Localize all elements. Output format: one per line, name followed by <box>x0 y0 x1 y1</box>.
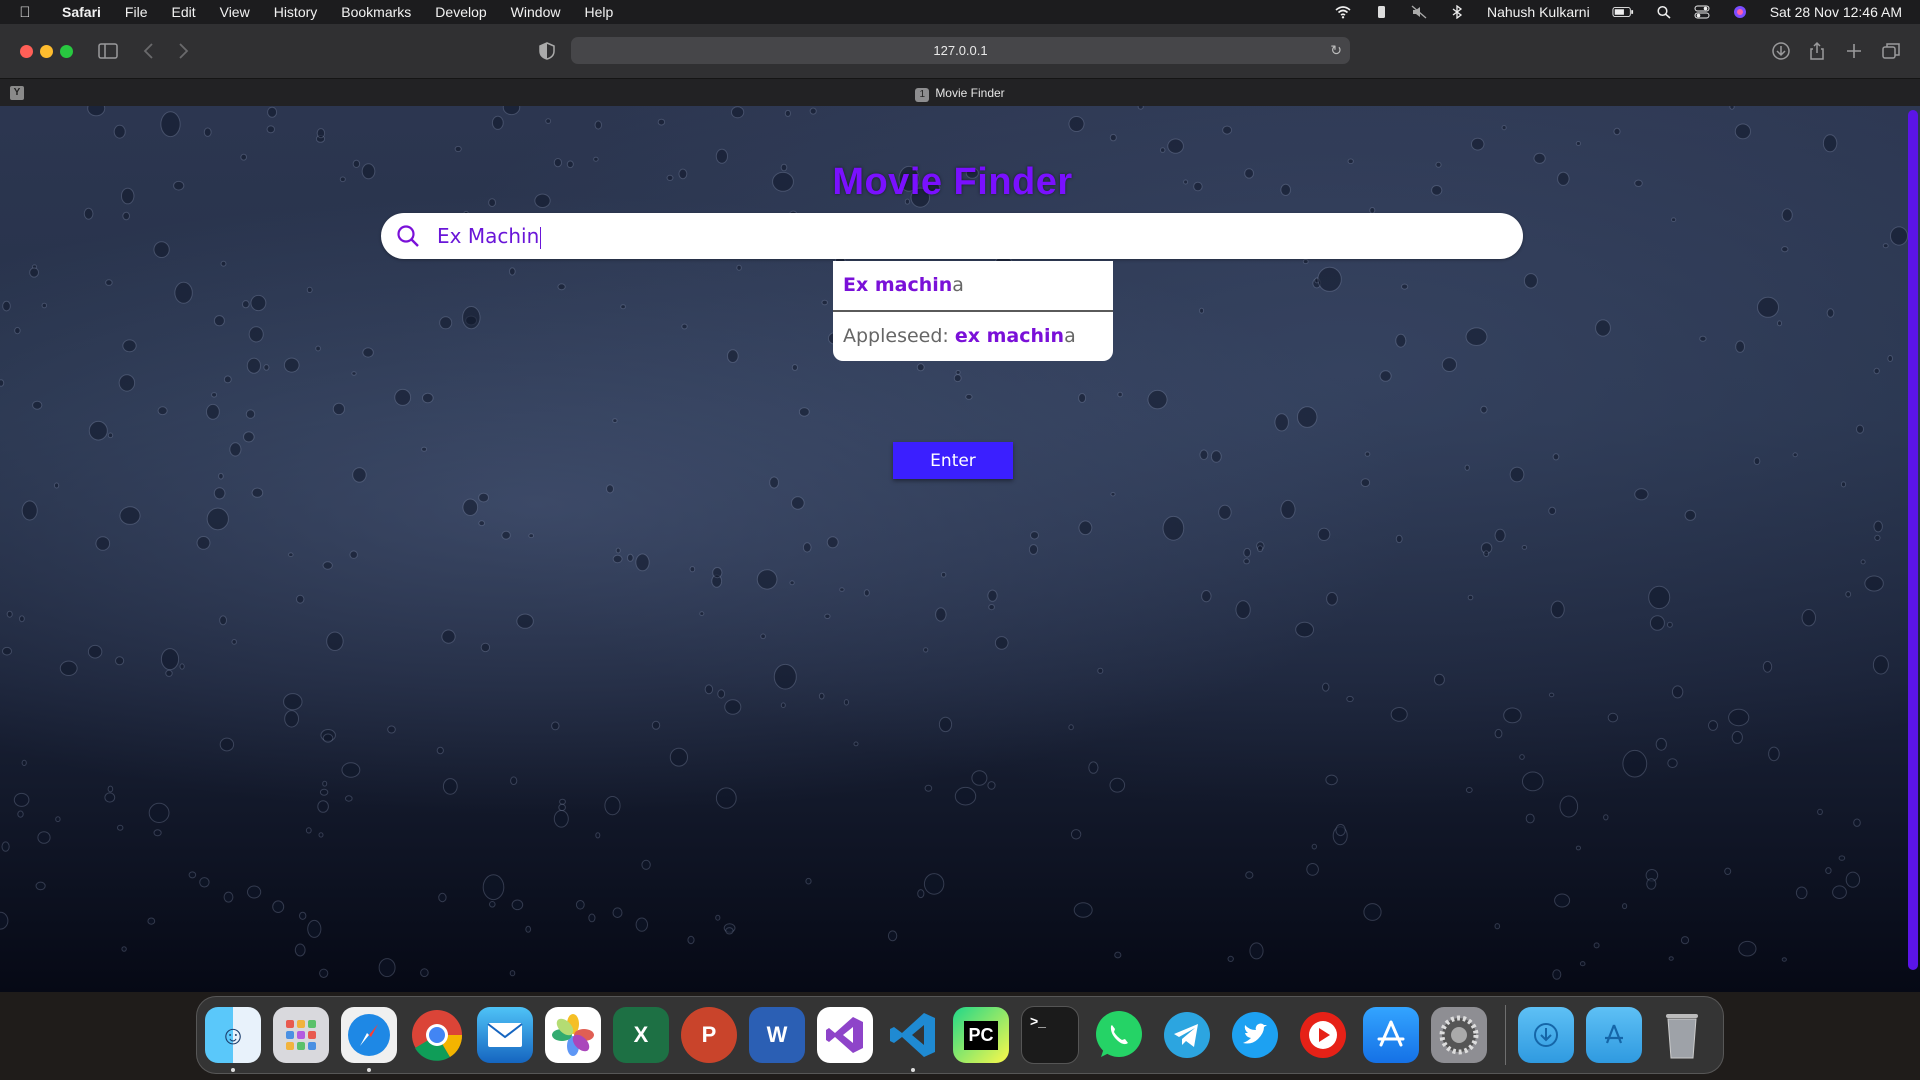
tab-title-text: Movie Finder <box>935 86 1005 100</box>
menu-window[interactable]: Window <box>499 4 573 20</box>
search-input[interactable]: Ex Machin <box>437 213 542 259</box>
finder-icon[interactable]: ☺ <box>205 1007 261 1072</box>
browser-toolbar: 127.0.0.1 ↻ <box>0 24 1920 78</box>
system-preferences-icon[interactable] <box>1431 1007 1487 1063</box>
word-icon[interactable]: W <box>749 1007 805 1063</box>
suggestion-rest: a <box>1064 325 1076 347</box>
close-window-button[interactable] <box>20 45 33 58</box>
photos-icon[interactable] <box>545 1007 601 1063</box>
search-icon <box>397 225 419 247</box>
pycharm-icon[interactable]: PC <box>953 1007 1009 1063</box>
url-text[interactable]: 127.0.0.1 <box>933 43 987 58</box>
menu-bar:  Safari File Edit View History Bookmark… <box>0 0 1920 24</box>
page-title: Movie Finder <box>832 161 1073 203</box>
chrome-icon[interactable] <box>409 1007 465 1063</box>
fullscreen-window-button[interactable] <box>60 45 73 58</box>
safari-window: 127.0.0.1 ↻ Y 1 Movie Finder Movie Finder… <box>0 24 1920 992</box>
share-icon[interactable] <box>1806 40 1828 62</box>
siri-icon[interactable] <box>1732 5 1748 19</box>
suggestion-prefix: Appleseed: <box>843 325 955 347</box>
safari-icon[interactable] <box>341 1007 397 1072</box>
youtube-icon[interactable] <box>1295 1007 1351 1063</box>
reload-icon[interactable]: ↻ <box>1330 37 1342 64</box>
menu-app-safari[interactable]: Safari <box>50 4 113 20</box>
wifi-icon[interactable] <box>1335 5 1351 19</box>
tab-favicon: 1 <box>915 88 930 102</box>
downloads-folder-icon[interactable] <box>1518 1007 1574 1063</box>
mail-icon[interactable] <box>477 1007 533 1063</box>
vscode-icon[interactable] <box>885 1007 941 1072</box>
privacy-shield-icon[interactable] <box>536 40 558 62</box>
suggestion-rest: a <box>952 274 964 296</box>
forward-icon[interactable] <box>172 40 194 62</box>
page-content: Movie Finder Ex Machin Ex machina Apples… <box>0 106 1920 992</box>
phone-icon[interactable] <box>1373 5 1389 19</box>
user-name[interactable]: Nahush Kulkarni <box>1487 4 1590 20</box>
search-input-value: Ex Machin <box>437 224 540 248</box>
menu-view[interactable]: View <box>208 4 262 20</box>
applications-folder-icon[interactable] <box>1586 1007 1642 1063</box>
menu-history[interactable]: History <box>262 4 330 20</box>
menu-bookmarks[interactable]: Bookmarks <box>329 4 423 20</box>
trash-icon[interactable] <box>1654 1007 1710 1063</box>
tab-overview-icon[interactable] <box>1880 40 1902 62</box>
bluetooth-icon[interactable] <box>1449 5 1465 19</box>
launchpad-icon[interactable] <box>273 1007 329 1063</box>
apple-menu-icon[interactable]:  <box>0 4 50 21</box>
tab-movie-finder[interactable]: 1 Movie Finder <box>0 86 1920 102</box>
downloads-icon[interactable] <box>1770 40 1792 62</box>
search-bar[interactable]: Ex Machin <box>381 213 1523 259</box>
powerpoint-icon[interactable]: P <box>681 1007 737 1063</box>
suggestion-match: ex machin <box>954 325 1065 347</box>
control-center-icon[interactable] <box>1694 5 1710 19</box>
text-caret <box>540 226 542 249</box>
app-store-icon[interactable] <box>1363 1007 1419 1063</box>
menu-help[interactable]: Help <box>572 4 625 20</box>
battery-icon[interactable] <box>1612 5 1634 19</box>
dock-separator <box>1505 1005 1506 1065</box>
back-icon[interactable] <box>138 40 160 62</box>
menu-file[interactable]: File <box>113 4 160 20</box>
sidebar-toggle-icon[interactable] <box>97 40 119 62</box>
suggestion-match: Ex machin <box>843 274 953 296</box>
spotlight-search-icon[interactable] <box>1656 5 1672 19</box>
terminal-icon[interactable]: >_ <box>1021 1006 1079 1064</box>
suggestion-item[interactable]: Ex machina <box>833 261 1113 312</box>
autocomplete-list: Ex machina Appleseed: ex machina <box>833 261 1113 361</box>
page-scrollbar[interactable] <box>1908 110 1918 970</box>
visual-studio-icon[interactable] <box>817 1007 873 1063</box>
whatsapp-icon[interactable] <box>1091 1007 1147 1063</box>
date-time[interactable]: Sat 28 Nov 12:46 AM <box>1770 4 1902 20</box>
menu-develop[interactable]: Develop <box>423 4 498 20</box>
mute-icon[interactable] <box>1411 5 1427 19</box>
excel-icon[interactable]: X <box>613 1007 669 1063</box>
minimize-window-button[interactable] <box>40 45 53 58</box>
dock: ☺ X P W PC >_ <box>196 996 1724 1074</box>
menu-edit[interactable]: Edit <box>159 4 207 20</box>
suggestion-item[interactable]: Appleseed: ex machina <box>833 312 1113 361</box>
tab-bar: Y 1 Movie Finder <box>0 78 1920 108</box>
address-bar[interactable]: 127.0.0.1 ↻ <box>571 37 1350 64</box>
enter-button[interactable]: Enter <box>893 442 1013 479</box>
new-tab-icon[interactable] <box>1843 40 1865 62</box>
telegram-icon[interactable] <box>1159 1007 1215 1063</box>
twitter-icon[interactable] <box>1227 1007 1283 1063</box>
